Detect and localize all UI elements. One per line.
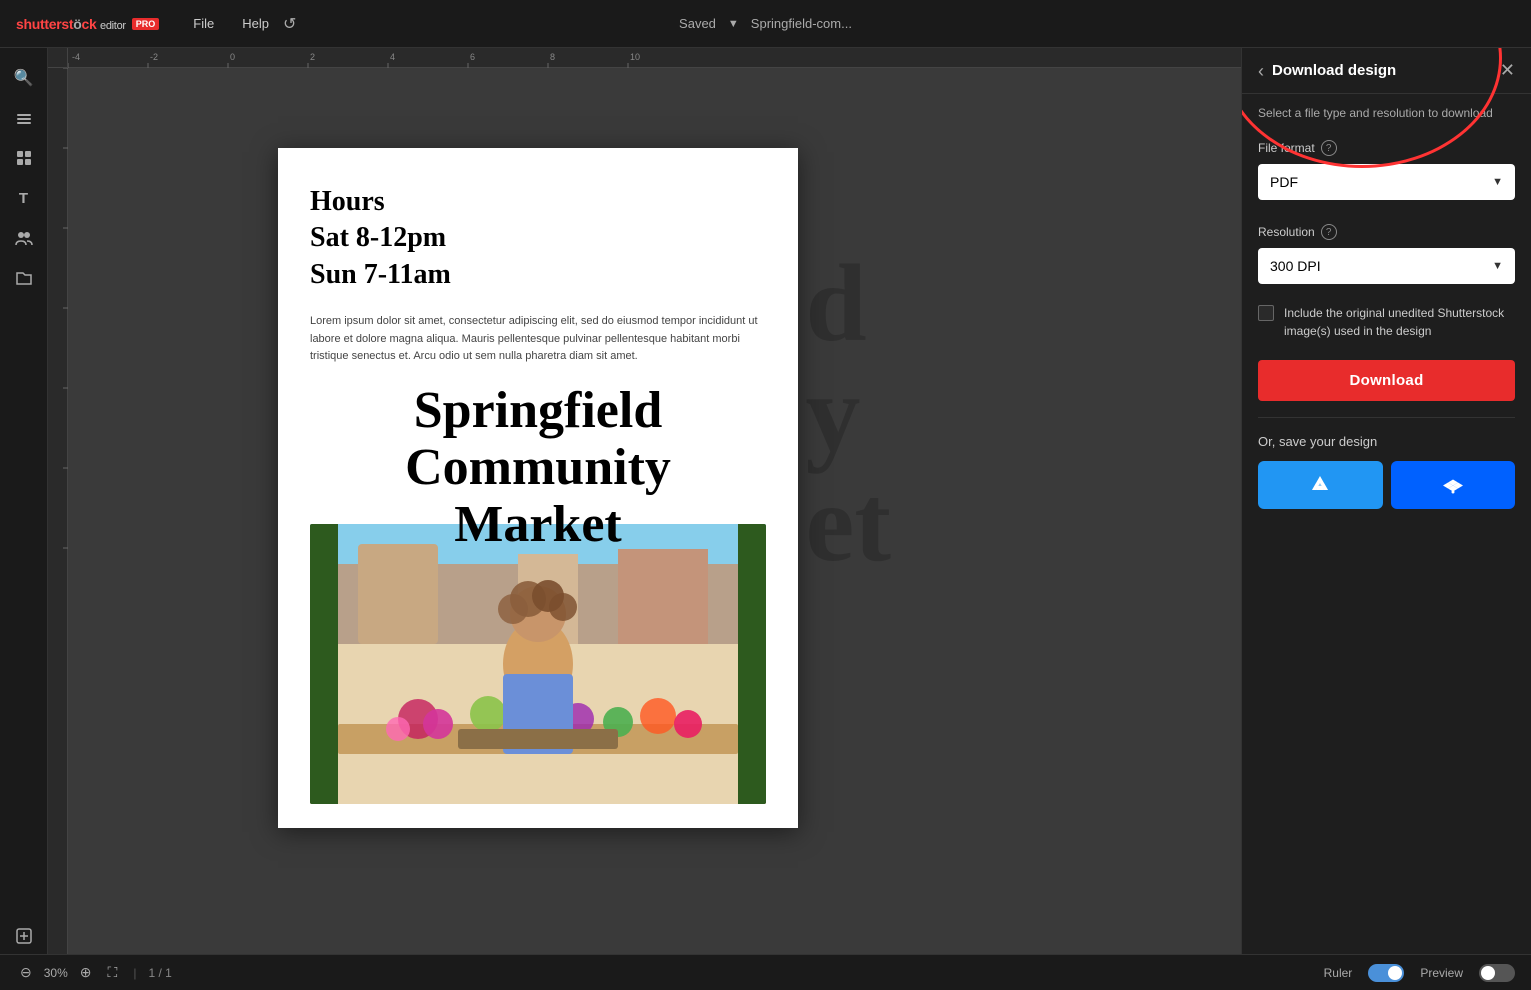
file-format-label: File format ? [1258, 140, 1515, 156]
doc-hours: Hours Sat 8-12pm Sun 7-11am [310, 184, 766, 293]
resolution-help-icon[interactable]: ? [1321, 224, 1337, 240]
doc-title: Springfield Community Market [310, 382, 766, 554]
svg-text:2: 2 [310, 52, 315, 62]
checkbox-row: Include the original unedited Shuttersto… [1242, 296, 1531, 356]
file-format-select[interactable]: PDF PNG JPG SVG [1258, 164, 1515, 200]
bottom-bar-left: ⊖ 30% ⊕ ⛶ | 1 / 1 [16, 962, 172, 983]
svg-text:8: 8 [550, 52, 555, 62]
file-format-select-wrapper: PDF PNG JPG SVG [1258, 164, 1515, 200]
sidebar-item-people[interactable] [6, 220, 42, 256]
bottom-bar-right: Ruler Preview [1324, 964, 1515, 982]
zoom-level: 30% [44, 966, 68, 980]
panel-header: ‹ Download design ✕ [1242, 48, 1531, 94]
zoom-out-button[interactable]: ⊖ [16, 962, 36, 983]
doc-lorem-text: Lorem ipsum dolor sit amet, consectetur … [310, 313, 766, 366]
topbar-center: Saved ▼ Springfield-com... [679, 16, 852, 31]
ruler-vertical [48, 48, 68, 954]
canvas-document: Hours Sat 8-12pm Sun 7-11am Lorem ipsum … [278, 148, 798, 828]
panel-close-button[interactable]: ✕ [1500, 60, 1515, 81]
save-section: Or, save your design [1242, 418, 1531, 525]
doc-image [310, 524, 766, 804]
topbar-nav: File Help [183, 12, 279, 35]
file-menu[interactable]: File [183, 12, 224, 35]
svg-text:4: 4 [390, 52, 395, 62]
resolution-select-wrapper: 72 DPI 150 DPI 300 DPI [1258, 248, 1515, 284]
sidebar-item-text[interactable]: T [6, 180, 42, 216]
bottom-bar: ⊖ 30% ⊕ ⛶ | 1 / 1 Ruler Preview [0, 954, 1531, 990]
left-sidebar: 🔍 T [0, 48, 48, 954]
ruler-toggle[interactable] [1368, 964, 1404, 982]
save-buttons [1258, 461, 1515, 509]
save-status: Saved [679, 16, 716, 31]
sidebar-item-folder[interactable] [6, 260, 42, 296]
zoom-in-button[interactable]: ⊕ [76, 962, 96, 983]
app-logo: shutterstöck editor PRO [16, 16, 159, 32]
sidebar-item-grid[interactable] [6, 140, 42, 176]
project-name: Springfield-com... [751, 16, 852, 31]
canvas-area: -4 -2 0 2 4 6 8 10 [48, 48, 1241, 954]
undo-button[interactable]: ↺ [279, 10, 300, 38]
panel-subtitle: Select a file type and resolution to dow… [1242, 94, 1531, 128]
main-layout: 🔍 T [0, 48, 1531, 954]
dropbox-icon [1441, 473, 1465, 497]
ruler-horizontal: -4 -2 0 2 4 6 8 10 [48, 48, 1241, 68]
sidebar-item-search[interactable]: 🔍 [6, 60, 42, 96]
panel-back-button[interactable]: ‹ [1258, 62, 1264, 80]
file-format-section: File format ? PDF PNG JPG SVG [1242, 128, 1531, 212]
preview-toggle[interactable] [1479, 964, 1515, 982]
right-panel: ‹ Download design ✕ Select a file type a… [1241, 48, 1531, 954]
help-menu[interactable]: Help [232, 12, 279, 35]
svg-text:-2: -2 [150, 52, 158, 62]
sidebar-item-layers[interactable] [6, 100, 42, 136]
pro-badge: PRO [132, 18, 160, 30]
page-indicator: 1 / 1 [148, 966, 171, 980]
resolution-section: Resolution ? 72 DPI 150 DPI 300 DPI [1242, 212, 1531, 296]
annotation-container: File format ? PDF PNG JPG SVG Resolution… [1242, 128, 1531, 296]
save-section-label: Or, save your design [1258, 434, 1515, 449]
logo-text: shutterstöck editor [16, 16, 126, 32]
checkbox-label-text: Include the original unedited Shuttersto… [1284, 304, 1515, 340]
fit-to-screen-button[interactable]: ⛶ [104, 962, 122, 983]
bg-bleed-text: dyet [806, 248, 891, 578]
doc-image-bg [310, 524, 766, 804]
gdrive-icon [1308, 473, 1332, 497]
resolution-label: Resolution ? [1258, 224, 1515, 240]
resolution-select[interactable]: 72 DPI 150 DPI 300 DPI [1258, 248, 1515, 284]
svg-text:6: 6 [470, 52, 475, 62]
save-dropbox-button[interactable] [1391, 461, 1516, 509]
save-gdrive-button[interactable] [1258, 461, 1383, 509]
svg-text:0: 0 [230, 52, 235, 62]
ruler-corner [48, 48, 68, 68]
svg-text:-4: -4 [72, 52, 80, 62]
ruler-label: Ruler [1324, 966, 1353, 980]
download-button[interactable]: Download [1258, 360, 1515, 401]
include-original-checkbox[interactable] [1258, 305, 1274, 321]
preview-label: Preview [1420, 966, 1463, 980]
file-format-help-icon[interactable]: ? [1321, 140, 1337, 156]
topbar: shutterstöck editor PRO File Help ↺ Save… [0, 0, 1531, 48]
panel-title: Download design [1272, 62, 1396, 79]
panel-header-left: ‹ Download design [1258, 62, 1396, 80]
sidebar-item-add[interactable] [6, 918, 42, 954]
svg-text:10: 10 [630, 52, 640, 62]
